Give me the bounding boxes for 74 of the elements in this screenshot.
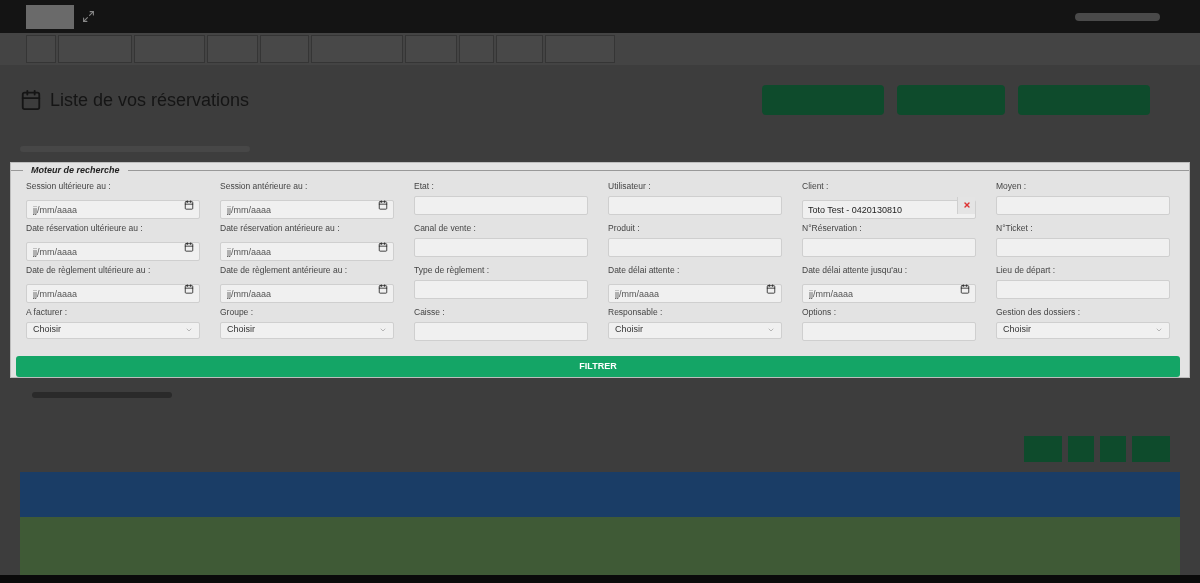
select-dropdown[interactable]: Choisir: [608, 321, 782, 339]
date-field[interactable]: jj/mm/aaaa: [26, 242, 200, 261]
pagination-button[interactable]: [1100, 436, 1126, 462]
field-label: Type de règlement :: [414, 264, 491, 276]
field-label: Date délai attente :: [608, 264, 681, 276]
pagination-button[interactable]: [1024, 436, 1062, 462]
calendar-icon[interactable]: [184, 284, 194, 294]
select-dropdown[interactable]: Choisir: [996, 321, 1170, 339]
field-label: Produit :: [608, 222, 641, 234]
field-label: Lieu de départ :: [996, 264, 1057, 276]
text-field[interactable]: [802, 321, 976, 341]
action-button[interactable]: [762, 85, 884, 115]
field-label: Responsable :: [608, 306, 664, 318]
field-label: Session ultérieure au :: [26, 180, 112, 192]
calendar-icon[interactable]: [184, 242, 194, 252]
text-field[interactable]: [608, 195, 782, 215]
field-label: Canal de vente :: [414, 222, 477, 234]
date-field[interactable]: jj/mm/aaaa: [26, 200, 200, 219]
close-icon: [962, 201, 971, 209]
caret-icon: [767, 326, 775, 334]
select-dropdown[interactable]: Choisir: [220, 321, 394, 339]
text-field[interactable]: [996, 237, 1170, 257]
text-field[interactable]: [608, 237, 782, 257]
field-label: Date réservation antérieure au :: [220, 222, 341, 234]
text-field[interactable]: [802, 237, 976, 257]
text-field[interactable]: [996, 279, 1170, 299]
field-label: Etat :: [414, 180, 435, 192]
pagination-button[interactable]: [1132, 436, 1170, 462]
action-button[interactable]: [897, 85, 1005, 115]
field-label: Date délai attente jusqu'au :: [802, 264, 909, 276]
caret-icon: [185, 326, 193, 334]
calendar-icon[interactable]: [378, 284, 388, 294]
field-label: N°Réservation :: [802, 222, 863, 234]
calendar-icon[interactable]: [378, 242, 388, 252]
field-label: A facturer :: [26, 306, 69, 318]
text-field[interactable]: [414, 279, 588, 299]
select-dropdown[interactable]: Choisir: [26, 321, 200, 339]
client-field[interactable]: Toto Test - 0420130810: [802, 200, 976, 219]
text-field[interactable]: [414, 237, 588, 257]
expand-icon[interactable]: [82, 10, 95, 23]
date-field[interactable]: jj/mm/aaaa: [220, 242, 394, 261]
logo-placeholder: [26, 4, 74, 29]
action-button[interactable]: [1018, 85, 1150, 115]
calendar-icon: [20, 89, 42, 111]
calendar-icon[interactable]: [378, 200, 388, 210]
date-field[interactable]: jj/mm/aaaa: [608, 284, 782, 303]
date-field[interactable]: jj/mm/aaaa: [220, 200, 394, 219]
calendar-icon[interactable]: [766, 284, 776, 294]
field-label: Session antérieure au :: [220, 180, 309, 192]
caret-icon: [379, 326, 387, 334]
field-label: Date réservation ultérieure au :: [26, 222, 144, 234]
text-field[interactable]: [996, 195, 1170, 215]
field-label: Gestion des dossiers :: [996, 306, 1082, 318]
field-label: Options :: [802, 306, 838, 318]
field-label: Date de règlement antérieure au :: [220, 264, 349, 276]
caret-icon: [1155, 326, 1163, 334]
pagination-button[interactable]: [1068, 436, 1094, 462]
field-label: Date de règlement ultérieure au :: [26, 264, 152, 276]
text-field[interactable]: [414, 195, 588, 215]
field-label: Utilisateur :: [608, 180, 652, 192]
user-menu-placeholder[interactable]: [1075, 12, 1160, 21]
field-label: Groupe :: [220, 306, 255, 318]
date-field[interactable]: jj/mm/aaaa: [26, 284, 200, 303]
date-field[interactable]: jj/mm/aaaa: [802, 284, 976, 303]
field-label: Moyen :: [996, 180, 1028, 192]
date-field[interactable]: jj/mm/aaaa: [220, 284, 394, 303]
calendar-icon[interactable]: [960, 284, 970, 294]
calendar-icon[interactable]: [184, 200, 194, 210]
clear-button[interactable]: [957, 196, 975, 214]
text-field[interactable]: [414, 321, 588, 341]
field-label: Client :: [802, 180, 830, 192]
panel-title: Moteur de recherche: [31, 164, 120, 177]
field-label: N°Ticket :: [996, 222, 1034, 234]
field-label: Caisse :: [414, 306, 446, 318]
